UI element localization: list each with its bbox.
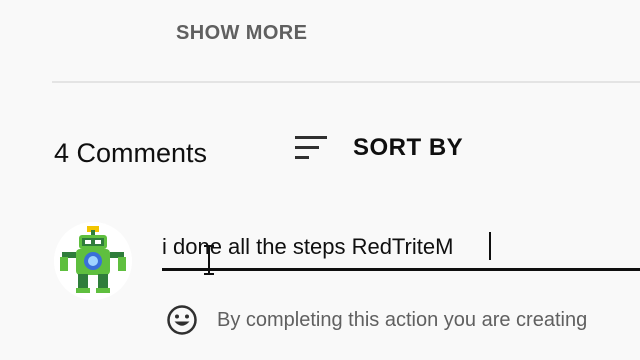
comments-count: 4 Comments [54, 138, 208, 168]
comment-disclaimer: By completing this action you are creati… [217, 309, 588, 331]
ibeam-cursor-icon [204, 245, 214, 275]
section-divider [52, 81, 640, 83]
sort-icon [293, 132, 331, 164]
text-caret [489, 232, 491, 260]
sort-by-label: SORT BY [353, 134, 464, 161]
avatar-robot-icon [54, 222, 132, 300]
show-more-button[interactable]: SHOW MORE [176, 22, 307, 45]
user-avatar[interactable] [54, 222, 132, 300]
emoji-icon[interactable] [166, 304, 198, 336]
comment-input-underline [162, 268, 640, 271]
sort-by-button[interactable]: SORT BY [293, 128, 463, 168]
comment-input[interactable] [162, 228, 640, 266]
